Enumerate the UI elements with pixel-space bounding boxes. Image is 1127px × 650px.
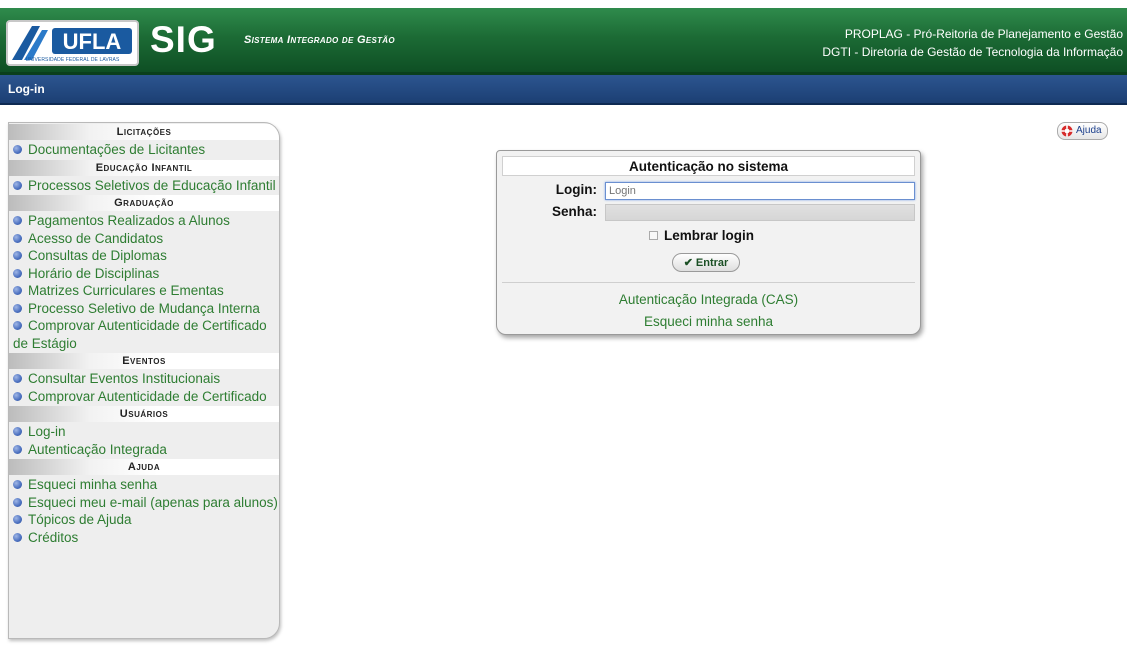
sidebar-item[interactable]: Log-in: [9, 423, 279, 441]
bullet-icon: [13, 303, 22, 313]
sidebar-section-heading: Licitações: [9, 124, 279, 140]
bullet-icon: [13, 321, 22, 330]
sidebar-section: Educação Infantil Processos Seletivos de …: [9, 159, 279, 195]
sidebar-section-heading: Graduação: [9, 195, 279, 211]
sidebar-item-label: Horário de Disciplinas: [28, 265, 160, 281]
sidebar-item[interactable]: Documentações de Licitantes: [9, 141, 279, 159]
logo-caption: UNIVERSIDADE FEDERAL DE LAVRAS: [25, 57, 120, 63]
password-input[interactable]: [605, 204, 915, 221]
sidebar-section: Ajuda Esqueci minha senha Esqueci meu e-ma…: [9, 459, 279, 546]
bullet-icon: [13, 444, 22, 454]
header-banner: UFLA UNIVERSIDADE FEDERAL DE LAVRAS SIG …: [0, 8, 1127, 75]
checkmark-icon: ✔: [683, 257, 693, 269]
help-button-label: Ajuda: [1076, 125, 1102, 136]
bullet-icon: [13, 233, 22, 243]
entrar-button-label: Entrar: [695, 256, 729, 269]
remember-login-row[interactable]: Lembrar login: [649, 228, 754, 243]
forgot-password-link[interactable]: Esqueci minha senha: [497, 314, 920, 329]
sidebar-item[interactable]: Esqueci meu e-mail (apenas para alunos): [9, 494, 279, 512]
bullet-icon: [13, 286, 22, 295]
bullet-icon: [13, 391, 22, 401]
sidebar-item-label: Consultar Eventos Institucionais: [28, 371, 221, 386]
bullet-icon: [13, 515, 22, 524]
ufla-logo[interactable]: UFLA UNIVERSIDADE FEDERAL DE LAVRAS: [6, 20, 139, 66]
sidebar-item-label: Tópicos de Ajuda: [28, 512, 132, 527]
login-field-label: Login:: [555, 182, 597, 197]
sidebar-item-label: Matrizes Curriculares e Ementas: [28, 283, 224, 298]
cas-login-link[interactable]: Autenticação Integrada (CAS): [497, 292, 920, 307]
sidebar-item-label: Comprovar Autenticidade de Certificado: [28, 388, 267, 404]
login-input[interactable]: [605, 182, 915, 200]
sidebar-item[interactable]: Consultas de Diplomas: [9, 247, 279, 265]
sidebar-item[interactable]: Acesso de Candidatos: [9, 230, 279, 248]
sidebar-item-label: Acesso de Candidatos: [28, 230, 164, 246]
sidebar-item[interactable]: Comprovar Autenticidade de Certificado d…: [9, 317, 279, 352]
password-field-label: Senha:: [551, 204, 597, 219]
bullet-icon: [13, 497, 22, 507]
sidebar-item-label: Autenticação Integrada: [28, 441, 167, 457]
bullet-icon: [13, 180, 22, 190]
logo-wordmark: UFLA: [63, 29, 122, 54]
remember-login-checkbox[interactable]: [649, 231, 658, 240]
sidebar-section: Graduação Pagamentos Realizados a Alunos A…: [9, 195, 279, 352]
sidebar-item[interactable]: Matrizes Curriculares e Ementas: [9, 282, 279, 300]
login-panel-title: Autenticação no sistema: [502, 156, 915, 176]
sidebar-item[interactable]: Horário de Disciplinas: [9, 265, 279, 283]
sidebar-item[interactable]: Pagamentos Realizados a Alunos: [9, 212, 279, 230]
lifebuoy-icon: [1061, 125, 1073, 137]
sidebar-item-label: Pagamentos Realizados a Alunos: [28, 213, 230, 228]
dgti-line: DGTI - Diretoria de Gestão de Tecnologia…: [822, 45, 1123, 59]
sidebar-item-label: Processo Seletivo de Mudança Interna: [28, 300, 260, 316]
sidebar-item-label: Créditos: [28, 529, 79, 545]
sidebar-item-label: Documentações de Licitantes: [28, 142, 206, 157]
bullet-icon: [13, 532, 22, 542]
sidebar-section-heading: Educação Infantil: [9, 159, 279, 176]
sidebar-section: Usuários Log-in Autenticação Integrada: [9, 406, 279, 458]
sidebar-item[interactable]: Tópicos de Ajuda: [9, 511, 279, 529]
sidebar-menu: Licitações Documentações de Licitantes Edu…: [8, 122, 280, 639]
help-button[interactable]: Ajuda: [1057, 122, 1108, 140]
bullet-icon: [13, 251, 22, 260]
sidebar-item-label: Esqueci meu e-mail (apenas para alunos): [28, 494, 278, 510]
sidebar-item[interactable]: Consultar Eventos Institucionais: [9, 370, 279, 388]
login-divider: [502, 282, 915, 283]
bullet-icon: [13, 480, 22, 489]
bullet-icon: [13, 427, 22, 436]
sidebar-section-heading: Usuários: [9, 406, 279, 422]
app-subtitle: Sistema Integrado de Gestão: [244, 34, 395, 46]
bullet-icon: [13, 216, 22, 225]
bullet-icon: [13, 374, 22, 383]
remember-login-label[interactable]: Lembrar login: [664, 228, 754, 243]
proplag-line: PROPLAG - Pró-Reitoria de Planejamento e…: [844, 27, 1123, 41]
sidebar-item[interactable]: Créditos: [9, 529, 279, 547]
nav-current-page[interactable]: Log-in: [8, 82, 45, 96]
sidebar-item[interactable]: Processos Seletivos de Educação Infantil: [9, 177, 279, 195]
bullet-icon: [13, 268, 22, 278]
header-institution-info: PROPLAG - Pró-Reitoria de Planejamento e…: [822, 25, 1123, 61]
sidebar-section: Licitações Documentações de Licitantes: [9, 124, 279, 159]
sidebar-item-label: Log-in: [28, 424, 66, 439]
sidebar-item-label: Processos Seletivos de Educação Infantil: [28, 177, 276, 193]
sidebar-section-heading: Eventos: [9, 353, 279, 369]
sidebar-item[interactable]: Processo Seletivo de Mudança Interna: [9, 300, 279, 318]
sidebar-item[interactable]: Autenticação Integrada: [9, 441, 279, 459]
sidebar-item-label: Comprovar Autenticidade de Certificado d…: [13, 318, 267, 351]
sidebar-section: Eventos Consultar Eventos Institucionais C…: [9, 353, 279, 405]
sidebar-item[interactable]: Esqueci minha senha: [9, 476, 279, 494]
entrar-button[interactable]: ✔ Entrar: [672, 253, 740, 272]
sidebar-item-label: Consultas de Diplomas: [28, 248, 167, 263]
nav-bar: Log-in: [0, 75, 1127, 105]
sidebar-section-heading: Ajuda: [9, 459, 279, 475]
bullet-icon: [13, 145, 22, 154]
sidebar-item[interactable]: Comprovar Autenticidade de Certificado: [9, 388, 279, 406]
sidebar-item-label: Esqueci minha senha: [28, 477, 158, 492]
login-panel: Autenticação no sistema Login: Senha: Le…: [496, 150, 921, 335]
app-title[interactable]: SIG: [150, 20, 217, 60]
